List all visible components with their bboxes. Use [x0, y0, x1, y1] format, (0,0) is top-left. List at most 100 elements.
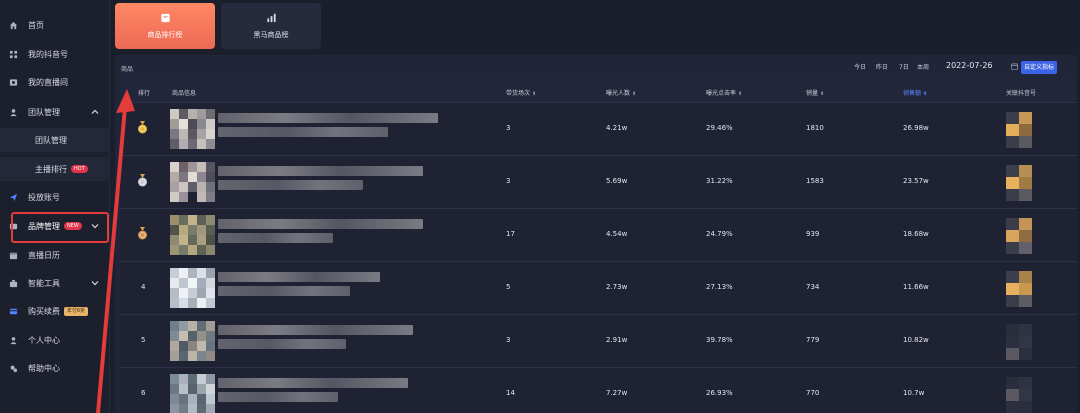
product-subtitle-blurred: [218, 127, 388, 137]
product-title-blurred[interactable]: [218, 325, 413, 335]
sidebar-subitem-team-management[interactable]: 团队管理: [0, 128, 110, 152]
sidebar-item-my-live-room[interactable]: 我的直播间: [0, 70, 110, 94]
linked-account-avatar[interactable]: [1006, 271, 1032, 307]
shopping-bag-icon: [160, 13, 170, 23]
cell-revenue: 23.57w: [903, 177, 929, 185]
sidebar-item-label: 直播日历: [28, 250, 60, 260]
date-picker-value[interactable]: 2022-07-26: [946, 61, 993, 70]
tools-icon: [8, 278, 18, 288]
linked-account-avatar[interactable]: [1006, 324, 1032, 360]
column-header-linked-account: 关联抖音号: [1006, 90, 1037, 97]
rank-number: 6: [141, 389, 146, 397]
custom-metrics-button[interactable]: 自定义指标: [1021, 61, 1058, 74]
table-row[interactable]: 6 14 7.27w 26.93% 770 10.7w: [120, 368, 1077, 413]
rank-number: 4: [141, 283, 146, 291]
range-this-week[interactable]: 本周: [917, 62, 929, 71]
sidebar-item-label: 智能工具: [28, 278, 60, 288]
sidebar-item-ad-accounts[interactable]: 投放账号: [0, 185, 110, 209]
product-thumbnail[interactable]: [170, 374, 215, 413]
linked-account-avatar[interactable]: [1006, 165, 1032, 201]
linked-account-avatar[interactable]: [1006, 112, 1032, 148]
sidebar-subitem-anchor-ranking[interactable]: 主播排行 HOT: [0, 157, 110, 181]
brand-icon: [8, 221, 18, 231]
sort-icon: ⬍: [532, 91, 537, 97]
product-thumbnail[interactable]: [170, 215, 215, 255]
calendar-icon[interactable]: [1011, 63, 1018, 70]
product-thumbnail[interactable]: [170, 268, 215, 308]
product-subtitle-blurred: [218, 339, 346, 349]
table-row[interactable]: 4 5 2.73w 27.13% 734 11.66w: [120, 262, 1077, 315]
cell-sales: 779: [806, 336, 820, 344]
send-icon: [8, 192, 18, 202]
column-header-ctr[interactable]: 曝光点击率 ⬍: [706, 88, 742, 97]
sidebar-item-live-calendar[interactable]: 直播日历: [0, 243, 110, 267]
cell-exposure: 2.73w: [606, 283, 628, 291]
bronze-medal-icon: [138, 227, 147, 240]
column-header-sales[interactable]: 销量 ⬍: [806, 88, 824, 97]
tab-dark-horse-ranking[interactable]: 黑马商品榜: [221, 3, 321, 49]
product-title-blurred[interactable]: [218, 166, 423, 176]
sidebar-item-label: 首页: [28, 20, 44, 30]
cell-ctr: 26.93%: [706, 389, 733, 397]
table-row[interactable]: 5 3 2.91w 39.78% 779 10.82w: [120, 315, 1077, 368]
product-title-blurred[interactable]: [218, 272, 380, 282]
tab-product-ranking[interactable]: 商品排行榜: [115, 3, 215, 49]
sidebar-item-brand-management[interactable]: 品牌管理 NEW: [0, 214, 110, 238]
table-header: 排行 商品信息 带货场次 ⬍ 曝光人数 ⬍ 曝光点击率 ⬍ 销量 ⬍ 销售额 ⬍ 关联抖音…: [120, 79, 1077, 103]
cell-sales: 1583: [806, 177, 824, 185]
column-header-sessions[interactable]: 带货场次 ⬍: [506, 88, 536, 97]
product-subtitle-blurred: [218, 286, 350, 296]
cell-ctr: 31.22%: [706, 177, 733, 185]
product-subtitle-blurred: [218, 392, 338, 402]
sidebar-item-label: 我的抖音号: [28, 49, 68, 59]
table-row[interactable]: 3 4.21w 29.46% 1810 26.98w: [120, 103, 1077, 156]
table-row[interactable]: 3 5.69w 31.22% 1583 23.57w: [120, 156, 1077, 209]
sidebar-item-label: 帮助中心: [28, 363, 60, 373]
sidebar-item-personal-center[interactable]: 个人中心: [0, 328, 110, 352]
sidebar-item-purchase-renewal[interactable]: 购买续费 年付6折: [0, 299, 110, 323]
sidebar-item-home[interactable]: 首页: [0, 13, 110, 37]
range-today[interactable]: 今日: [854, 62, 866, 71]
cell-ctr: 27.13%: [706, 283, 733, 291]
sidebar-item-label: 个人中心: [28, 335, 60, 345]
sort-icon: ⬍: [738, 91, 743, 97]
account-icon: [8, 49, 18, 59]
range-yesterday[interactable]: 昨日: [876, 62, 888, 71]
gold-medal-icon: [138, 121, 147, 134]
product-thumbnail[interactable]: [170, 321, 215, 361]
product-thumbnail[interactable]: [170, 162, 215, 202]
discount-badge: 年付6折: [64, 306, 89, 316]
hot-badge: HOT: [71, 165, 88, 173]
chevron-up-icon: [91, 109, 99, 114]
rank-number: 5: [141, 336, 146, 344]
sidebar-item-help-center[interactable]: 帮助中心: [0, 356, 110, 380]
bar-chart-icon: [266, 13, 276, 23]
product-thumbnail[interactable]: [170, 109, 215, 149]
sidebar-item-team-management[interactable]: 团队管理: [0, 100, 110, 124]
user-icon: [8, 335, 18, 345]
product-title-blurred[interactable]: [218, 378, 408, 388]
column-header-revenue[interactable]: 销售额 ⬍: [903, 88, 927, 97]
cell-sessions: 3: [506, 177, 511, 185]
cell-ctr: 29.46%: [706, 124, 733, 132]
cell-sessions: 3: [506, 336, 511, 344]
cell-revenue: 10.7w: [903, 389, 925, 397]
column-header-product-info: 商品信息: [172, 90, 197, 97]
sidebar-item-smart-tools[interactable]: 智能工具: [0, 271, 110, 295]
range-7days[interactable]: 7日: [899, 62, 909, 71]
cell-sales: 734: [806, 283, 820, 291]
cell-revenue: 10.82w: [903, 336, 929, 344]
cell-sessions: 5: [506, 283, 511, 291]
cell-revenue: 11.66w: [903, 283, 929, 291]
column-header-exposure[interactable]: 曝光人数 ⬍: [606, 88, 636, 97]
sidebar-item-label: 购买续费: [28, 306, 60, 316]
table-row[interactable]: 17 4.54w 24.79% 939 18.68w: [120, 209, 1077, 262]
cell-exposure: 5.69w: [606, 177, 628, 185]
product-title-blurred[interactable]: [218, 113, 438, 123]
linked-account-avatar[interactable]: [1006, 218, 1032, 254]
tab-label: 黑马商品榜: [253, 31, 289, 39]
sidebar-item-my-douyin[interactable]: 我的抖音号: [0, 42, 110, 66]
linked-account-avatar[interactable]: [1006, 377, 1032, 413]
tab-label: 商品排行榜: [147, 31, 183, 39]
product-title-blurred[interactable]: [218, 219, 423, 229]
